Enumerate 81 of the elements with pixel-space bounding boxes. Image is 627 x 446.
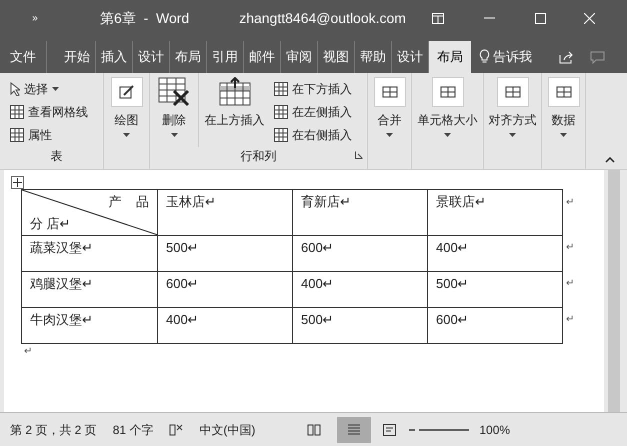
insert-row-above-icon (218, 77, 250, 107)
ribbon-button[interactable]: 数据 (548, 73, 580, 169)
table-cell-icon (556, 85, 572, 99)
table-cell-icon (440, 85, 456, 99)
table-cell-icon (504, 85, 520, 99)
read-mode-icon[interactable] (307, 424, 322, 436)
ribbon-item[interactable]: 在左侧插入 (274, 100, 352, 123)
table-header: 育新店↵ (292, 190, 428, 236)
word-count: 81 个字 (112, 422, 154, 438)
ribbon-button[interactable]: 合并 (374, 73, 406, 169)
language: 中文(中国) (199, 422, 256, 438)
delete-button[interactable]: 删除 (150, 73, 198, 147)
grid-icon (10, 128, 24, 142)
web-layout-icon[interactable] (383, 424, 398, 436)
ribbon-button[interactable]: 单元格大小 (418, 73, 478, 169)
comment-icon[interactable] (590, 51, 605, 64)
pencil-table-icon (118, 84, 134, 100)
ribbon-button[interactable]: 对齐方式 (488, 73, 536, 169)
table-insert-icon (274, 128, 288, 142)
dialog-launcher-icon[interactable] (355, 151, 363, 159)
table-cell: 鸡腿汉堡↵ (22, 272, 158, 308)
zoom-level: 100% (479, 422, 510, 438)
close-icon[interactable] (584, 12, 595, 24)
ribbon-item[interactable]: 查看网格线 (10, 100, 103, 123)
table-cell: 牛肉汉堡↵ (22, 308, 158, 344)
table-insert-icon (274, 104, 288, 118)
group-label: 行和列 (240, 148, 276, 165)
row-end-mark: ↵ (566, 277, 574, 291)
dropdown-caret-icon (123, 133, 130, 137)
tell-me-button[interactable]: 告诉我 (490, 41, 535, 73)
print-layout-button[interactable] (337, 416, 372, 442)
table-cell: 600↵ (158, 272, 292, 308)
page-count: 第 2 页，共 2 页 (10, 422, 97, 438)
dropdown-caret-icon (170, 133, 178, 137)
row-end-mark: ↵ (566, 241, 574, 255)
collapse-ribbon-icon[interactable] (605, 157, 615, 163)
table-cell-icon (382, 85, 398, 99)
window-title: 第6章 - Word (100, 8, 190, 28)
insert-above-button[interactable]: 在上方插入 (198, 73, 270, 147)
dropdown-caret-icon (386, 133, 393, 137)
dropdown-caret-icon (509, 133, 516, 137)
ribbon-button[interactable]: 绘图 (110, 73, 142, 169)
table-header: 产 品 (108, 193, 149, 211)
table-insert-icon (274, 82, 288, 96)
minimize-icon[interactable] (484, 17, 495, 19)
ribbon-tab[interactable]: 布局 (429, 41, 471, 73)
maximize-icon[interactable] (534, 12, 546, 24)
table-cell: 600↵ (428, 308, 562, 344)
delete-table-icon (158, 77, 190, 107)
ribbon-display-icon[interactable] (432, 12, 444, 24)
cursor-arrow-icon (10, 82, 20, 96)
table-header: 景联店↵ (428, 190, 562, 236)
table-cell: 400↵ (428, 236, 562, 272)
account-name: zhangtt8464@outlook.com (239, 8, 406, 28)
table-header: 分 店↵ (30, 214, 72, 232)
share-icon[interactable] (559, 51, 574, 64)
grid-icon (10, 104, 24, 118)
proofing-icon[interactable] (169, 424, 184, 436)
dropdown-caret-icon (52, 86, 59, 90)
group-label: 表 (50, 148, 64, 165)
table-cell: 500↵ (158, 236, 292, 272)
ribbon-item[interactable]: 在下方插入 (274, 77, 352, 100)
dropdown-caret-icon (444, 133, 451, 137)
table-cell: 500↵ (292, 308, 428, 344)
row-end-mark: ↵ (566, 196, 574, 210)
table-cell: 蔬菜汉堡↵ (22, 236, 158, 272)
ribbon-item[interactable]: 选择 (10, 77, 103, 100)
table-header: 玉林店↵ (158, 190, 292, 236)
paragraph-mark: ↵ (24, 345, 33, 359)
ribbon-item[interactable]: 在右侧插入 (274, 123, 352, 146)
table-cell: 600↵ (292, 236, 428, 272)
table-cell: 500↵ (428, 272, 562, 308)
table-cell: 400↵ (292, 272, 428, 308)
table-move-handle-icon[interactable] (11, 176, 24, 189)
quick-access-button[interactable]: » (0, 10, 70, 26)
dropdown-caret-icon (560, 133, 567, 137)
ribbon-item[interactable]: 属性 (10, 123, 103, 146)
print-layout-icon (347, 424, 362, 436)
row-end-mark: ↵ (566, 313, 574, 327)
table-cell: 400↵ (158, 308, 292, 344)
lightbulb-icon (479, 49, 490, 64)
